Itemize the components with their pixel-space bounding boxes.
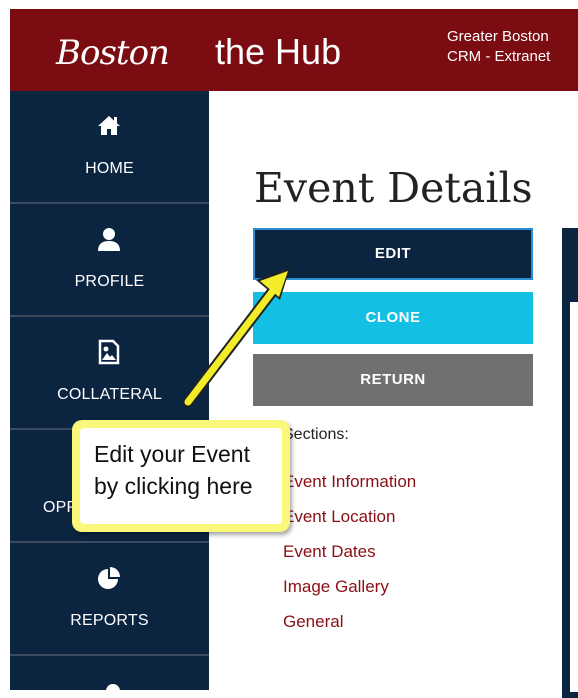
section-link-event-dates[interactable]: Event Dates	[283, 540, 376, 564]
sidebar-item-label: HOME	[85, 160, 134, 177]
sidebar: HOME PROFILE COLLATERAL OPPORTUNITIES RE…	[10, 91, 209, 690]
sidebar-item-label: COLLATERAL	[57, 386, 162, 403]
home-icon	[98, 116, 120, 135]
sidebar-item-home[interactable]: HOME	[10, 91, 209, 204]
callout-box: Edit your Event by clicking here	[72, 420, 290, 532]
the-hub-logo[interactable]: the Hub	[215, 31, 341, 73]
callout-text: Edit your Event by clicking here	[80, 428, 282, 524]
section-link-general[interactable]: General	[283, 610, 343, 634]
site-title-line1: Greater Boston	[447, 28, 549, 45]
edit-button[interactable]: EDIT	[253, 228, 533, 280]
boston-logo[interactable]: Boston	[56, 33, 170, 73]
callout-line1: Edit your Event	[94, 441, 250, 467]
sidebar-item-collateral[interactable]: COLLATERAL	[10, 317, 209, 430]
pie-chart-icon	[98, 567, 120, 589]
sections-label: Sections:	[283, 426, 349, 443]
user-icon	[98, 228, 120, 251]
details-panel-body	[570, 302, 578, 692]
callout-line2: by clicking here	[94, 473, 253, 499]
section-link-event-location[interactable]: Event Location	[283, 505, 395, 529]
section-link-event-information[interactable]: Event Information	[283, 470, 416, 494]
sidebar-item-label: PROFILE	[74, 273, 145, 290]
section-link-image-gallery[interactable]: Image Gallery	[283, 575, 389, 599]
return-button[interactable]: RETURN	[253, 354, 533, 406]
clone-button[interactable]: CLONE	[253, 292, 533, 344]
top-header: Boston the Hub Greater Boston CRM - Extr…	[10, 9, 578, 91]
sidebar-item-label: REPORTS	[70, 612, 149, 629]
sidebar-next-icon	[106, 684, 120, 690]
image-icon	[98, 339, 120, 365]
sidebar-item-profile[interactable]: PROFILE	[10, 204, 209, 317]
page-title: Event Details	[254, 164, 533, 212]
site-title-line2: CRM - Extranet	[447, 48, 551, 65]
sidebar-item-reports[interactable]: REPORTS	[10, 543, 209, 656]
site-title: Greater Boston CRM - Extranet	[447, 27, 550, 67]
